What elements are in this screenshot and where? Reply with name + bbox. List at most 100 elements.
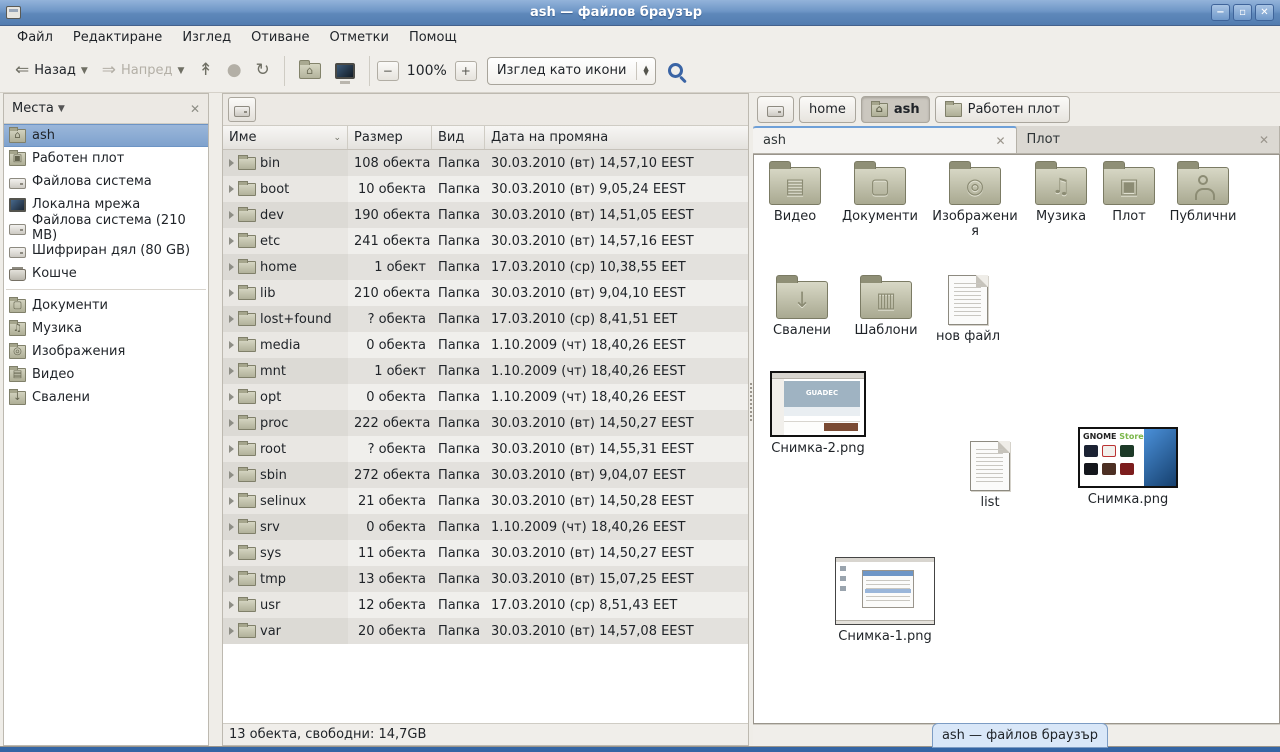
back-button[interactable]: ⇐ Назад ▼	[8, 57, 95, 84]
table-row[interactable]: sys11 обектаПапка30.03.2010 (вт) 14,50,2…	[223, 540, 748, 566]
expander-icon[interactable]	[229, 211, 234, 219]
search-icon[interactable]	[668, 63, 683, 78]
expander-icon[interactable]	[229, 289, 234, 297]
up-button[interactable]: ↟	[191, 57, 219, 84]
cell-name[interactable]: opt	[223, 384, 348, 410]
titlebar[interactable]: ash — файлов браузър − ▫ ✕	[0, 0, 1280, 26]
sidebar-item[interactable]: Файлова система	[4, 170, 208, 193]
table-row[interactable]: boot10 обектаПапка30.03.2010 (вт) 9,05,2…	[223, 176, 748, 202]
icon-item[interactable]: ◎Изображения	[932, 167, 1018, 239]
table-row[interactable]: var20 обектаПапка30.03.2010 (вт) 14,57,0…	[223, 618, 748, 644]
expander-icon[interactable]	[229, 445, 234, 453]
breadcrumb-button[interactable]	[757, 96, 794, 123]
table-row[interactable]: bin108 обектаПапка30.03.2010 (вт) 14,57,…	[223, 150, 748, 176]
expander-icon[interactable]	[229, 315, 234, 323]
icon-item[interactable]: ↓Свалени	[766, 281, 838, 338]
expander-icon[interactable]	[229, 185, 234, 193]
forward-button[interactable]: ⇒ Напред ▼	[95, 57, 192, 84]
cell-name[interactable]: tmp	[223, 566, 348, 592]
icon-item[interactable]: ▥Шаблони	[848, 281, 924, 338]
expander-icon[interactable]	[229, 627, 234, 635]
menu-item-0[interactable]: Файл	[8, 27, 62, 48]
table-row[interactable]: mnt1 обектПапка1.10.2009 (чт) 18,40,26 E…	[223, 358, 748, 384]
back-dropdown-icon[interactable]: ▼	[81, 66, 88, 76]
column-size[interactable]: Размер	[348, 126, 432, 149]
sidebar-item[interactable]: ↓Свалени	[4, 386, 208, 409]
icon-item[interactable]: ▢Документи	[838, 167, 922, 224]
computer-button[interactable]	[328, 58, 362, 84]
icon-view[interactable]: ▤Видео▢Документи◎Изображения♫Музика▣Плот…	[753, 154, 1280, 724]
menu-item-2[interactable]: Изглед	[173, 27, 240, 48]
cell-name[interactable]: lost+found	[223, 306, 348, 332]
icon-item[interactable]: ♫Музика	[1028, 167, 1094, 224]
table-row[interactable]: selinux21 обектаПапка30.03.2010 (вт) 14,…	[223, 488, 748, 514]
sidebar-item[interactable]: Файлова система (210 MB)	[4, 216, 208, 239]
sidebar-close-icon[interactable]: ✕	[190, 102, 200, 116]
cell-name[interactable]: boot	[223, 176, 348, 202]
column-date[interactable]: Дата на промяна	[485, 126, 748, 149]
sidebar-item[interactable]: Кошче	[4, 262, 208, 285]
table-row[interactable]: srv0 обектаПапка1.10.2009 (чт) 18,40,26 …	[223, 514, 748, 540]
expander-icon[interactable]	[229, 341, 234, 349]
minimize-button[interactable]: −	[1211, 4, 1230, 21]
sidebar-item[interactable]: ♫Музика	[4, 317, 208, 340]
icon-item[interactable]: GUADECСнимка-2.png	[768, 371, 868, 456]
cell-name[interactable]: bin	[223, 150, 348, 176]
expander-icon[interactable]	[229, 471, 234, 479]
sidebar-item[interactable]: ▣Работен плот	[4, 147, 208, 170]
tab-ash[interactable]: ash✕	[753, 126, 1017, 153]
icon-item[interactable]: ▣Плот	[1100, 167, 1158, 224]
root-path-button[interactable]	[228, 97, 256, 122]
expander-icon[interactable]	[229, 393, 234, 401]
expander-icon[interactable]	[229, 367, 234, 375]
icon-item[interactable]: Публични	[1162, 167, 1244, 224]
expander-icon[interactable]	[229, 523, 234, 531]
menu-item-3[interactable]: Отиване	[242, 27, 318, 48]
cell-name[interactable]: selinux	[223, 488, 348, 514]
expander-icon[interactable]	[229, 601, 234, 609]
table-row[interactable]: sbin272 обектаПапка30.03.2010 (вт) 9,04,…	[223, 462, 748, 488]
expander-icon[interactable]	[229, 237, 234, 245]
expander-icon[interactable]	[229, 263, 234, 271]
zoom-in-button[interactable]: +	[455, 61, 477, 81]
table-row[interactable]: root? обектаПапка30.03.2010 (вт) 14,55,3…	[223, 436, 748, 462]
icon-item[interactable]: нов файл	[932, 275, 1004, 344]
table-row[interactable]: tmp13 обектаПапка30.03.2010 (вт) 15,07,2…	[223, 566, 748, 592]
menu-item-5[interactable]: Помощ	[400, 27, 466, 48]
close-button[interactable]: ✕	[1255, 4, 1274, 21]
cell-name[interactable]: root	[223, 436, 348, 462]
cell-name[interactable]: usr	[223, 592, 348, 618]
cell-name[interactable]: srv	[223, 514, 348, 540]
view-mode-select[interactable]: Изглед като икони ▲▼	[487, 57, 656, 85]
sidebar-item[interactable]: ▤Видео	[4, 363, 208, 386]
cell-name[interactable]: media	[223, 332, 348, 358]
breadcrumb-button[interactable]: home	[799, 96, 856, 123]
cell-name[interactable]: home	[223, 254, 348, 280]
breadcrumb-button[interactable]: Работен плот	[935, 96, 1070, 123]
expander-icon[interactable]	[229, 419, 234, 427]
sidebar-item[interactable]: ▢Документи	[4, 294, 208, 317]
table-row[interactable]: opt0 обектаПапка1.10.2009 (чт) 18,40,26 …	[223, 384, 748, 410]
table-row[interactable]: etc241 обектаПапка30.03.2010 (вт) 14,57,…	[223, 228, 748, 254]
table-row[interactable]: dev190 обектаПапка30.03.2010 (вт) 14,51,…	[223, 202, 748, 228]
menu-item-1[interactable]: Редактиране	[64, 27, 171, 48]
cell-name[interactable]: dev	[223, 202, 348, 228]
tab-close-icon[interactable]: ✕	[1259, 133, 1269, 147]
sidebar-item[interactable]: ⌂ash	[4, 124, 208, 147]
taskbar-window-button[interactable]: ash — файлов браузър	[932, 723, 1108, 748]
chevron-down-icon[interactable]: ▼	[58, 104, 190, 114]
breadcrumb-button[interactable]: ⌂ash	[861, 96, 930, 123]
cell-name[interactable]: etc	[223, 228, 348, 254]
cell-name[interactable]: mnt	[223, 358, 348, 384]
sidebar-item[interactable]: Шифриран дял (80 GB)	[4, 239, 208, 262]
cell-name[interactable]: proc	[223, 410, 348, 436]
cell-name[interactable]: var	[223, 618, 348, 644]
table-row[interactable]: usr12 обектаПапка17.03.2010 (ср) 8,51,43…	[223, 592, 748, 618]
icon-item[interactable]: ▤Видео	[762, 167, 828, 224]
cell-name[interactable]: sys	[223, 540, 348, 566]
table-row[interactable]: proc222 обектаПапка30.03.2010 (вт) 14,50…	[223, 410, 748, 436]
menu-item-4[interactable]: Отметки	[320, 27, 397, 48]
tab-close-icon[interactable]: ✕	[995, 134, 1005, 148]
expander-icon[interactable]	[229, 575, 234, 583]
table-row[interactable]: lib210 обектаПапка30.03.2010 (вт) 9,04,1…	[223, 280, 748, 306]
